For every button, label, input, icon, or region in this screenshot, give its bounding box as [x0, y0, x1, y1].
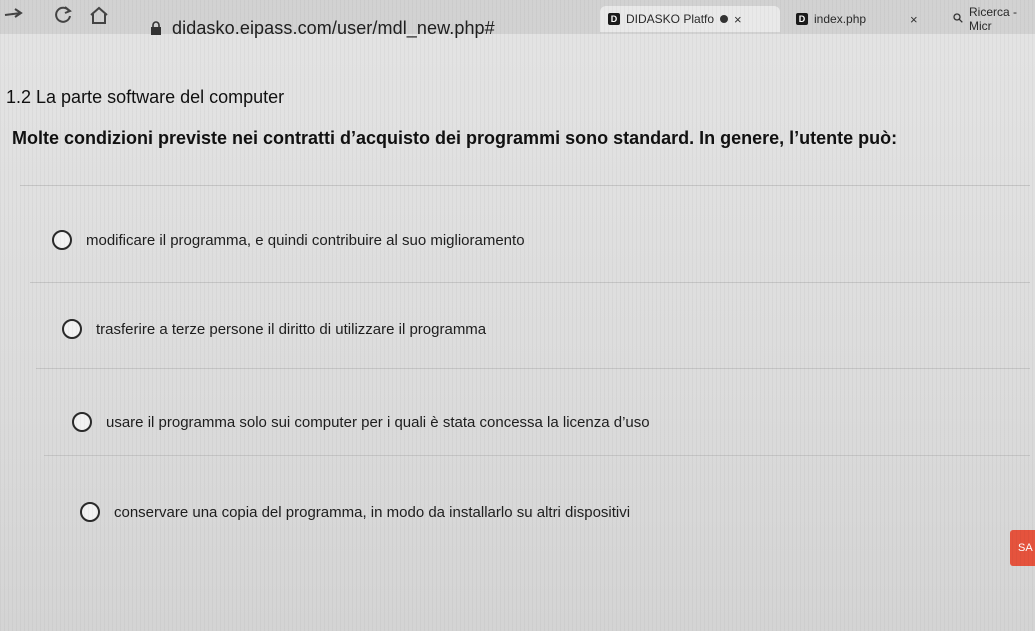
radio-button[interactable]: [62, 319, 82, 339]
answer-label: trasferire a terze persone il diritto di…: [96, 320, 487, 338]
address-bar[interactable]: didasko.eipass.com/user/mdl_new.php#: [150, 10, 630, 46]
radio-button[interactable]: [72, 412, 92, 432]
section-title: 1.2 La parte software del computer: [6, 87, 285, 107]
answer-label: modificare il programma, e quindi contri…: [86, 231, 525, 249]
answer-label: usare il programma solo sui computer per…: [106, 413, 650, 431]
home-icon[interactable]: [86, 2, 112, 28]
url-text: didasko.eipass.com/user/mdl_new.php#: [172, 17, 495, 38]
back-arrow-icon[interactable]: [0, 2, 26, 28]
reload-icon[interactable]: [50, 2, 76, 28]
divider: [36, 368, 1030, 369]
divider: [30, 282, 1030, 283]
radio-button[interactable]: [80, 502, 100, 522]
answer-option[interactable]: trasferire a terze persone il diritto di…: [62, 319, 486, 339]
question-text: Molte condizioni previste nei contratti …: [12, 128, 898, 148]
answer-option[interactable]: usare il programma solo sui computer per…: [72, 412, 650, 432]
answer-option[interactable]: conservare una copia del programma, in m…: [80, 502, 630, 522]
screen: D DIDASKO Platfo × D index.php × Ricerca…: [0, 0, 1035, 631]
browser-toolbar: didasko.eipass.com/user/mdl_new.php#: [0, 0, 1035, 62]
radio-button[interactable]: [52, 230, 72, 250]
answer-option[interactable]: modificare il programma, e quindi contri…: [52, 230, 525, 250]
lock-icon: [150, 21, 162, 35]
answer-label: conservare una copia del programma, in m…: [114, 503, 631, 521]
quiz-page: 1.2 La parte software del computer Molte…: [0, 60, 1035, 631]
save-button[interactable]: SA: [1010, 530, 1035, 566]
divider: [44, 455, 1030, 456]
divider: [20, 185, 1030, 186]
